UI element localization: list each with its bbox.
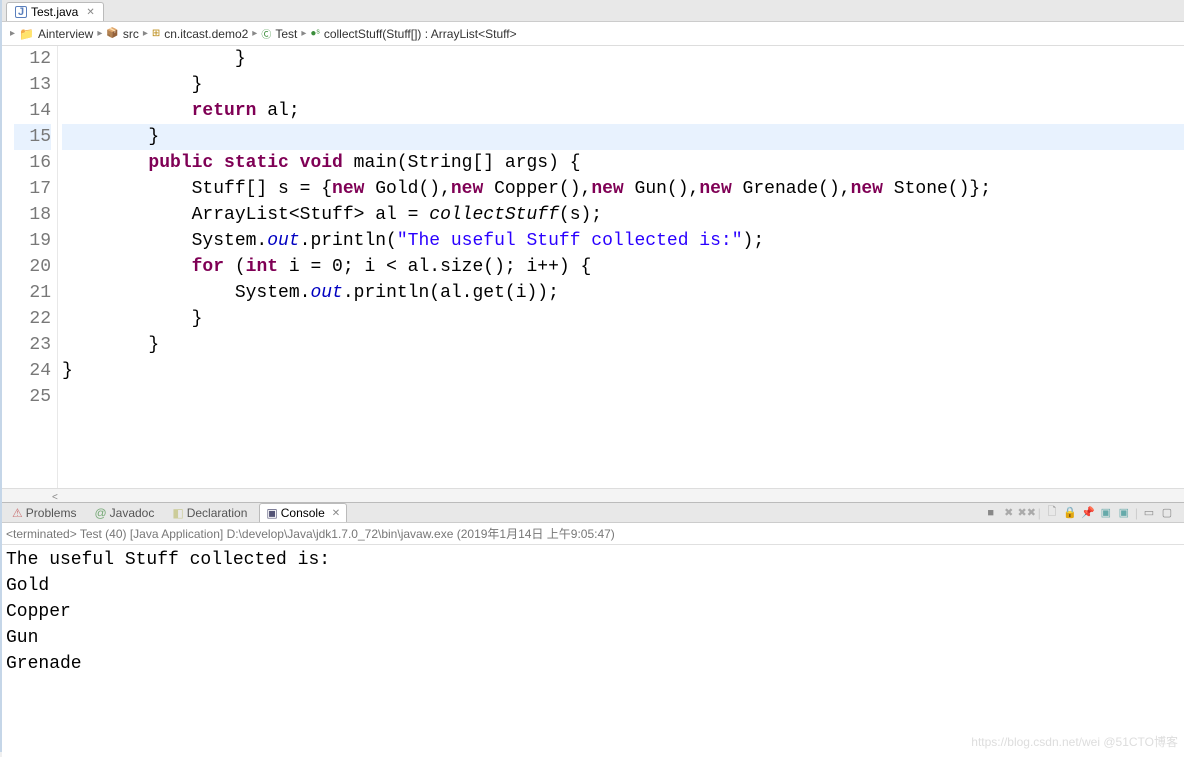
declaration-icon: ◧ — [172, 506, 183, 520]
editor-tab[interactable]: J Test.java ✕ — [6, 2, 104, 21]
remove-launch-icon[interactable]: ✖ — [1002, 506, 1016, 520]
project-icon: 📁 — [19, 27, 34, 41]
tab-console[interactable]: ▣ Console ✕ — [259, 503, 347, 522]
tab-label: Problems — [26, 506, 77, 520]
console-line: Gold — [6, 573, 1180, 599]
scroll-lock-icon[interactable]: 🔒 — [1063, 506, 1077, 520]
breadcrumb-item[interactable]: Test — [275, 27, 297, 41]
breadcrumb-item[interactable]: Ainterview — [38, 27, 93, 41]
close-icon[interactable]: ✕ — [332, 508, 340, 519]
console-line: Grenade — [6, 651, 1180, 677]
console-launch-info: <terminated> Test (40) [Java Application… — [2, 523, 1184, 545]
console-line: Copper — [6, 599, 1180, 625]
javadoc-icon: @ — [94, 506, 106, 520]
breadcrumb-sep: ▸ — [252, 28, 257, 39]
display-icon[interactable]: ▣ — [1099, 506, 1113, 520]
editor-area[interactable]: 1213141516171819202122232425 } } return … — [2, 46, 1184, 488]
close-icon[interactable]: ✕ — [86, 7, 94, 18]
open-console-icon[interactable]: ▣ — [1117, 506, 1131, 520]
tab-label: Javadoc — [110, 506, 155, 520]
console-output[interactable]: The useful Stuff collected is:GoldCopper… — [2, 545, 1184, 757]
breadcrumb-item[interactable]: collectStuff(Stuff[]) : ArrayList<Stuff> — [324, 27, 517, 41]
line-number-gutter: 1213141516171819202122232425 — [14, 46, 58, 488]
console-line: The useful Stuff collected is: — [6, 547, 1180, 573]
java-file-icon: J — [15, 6, 27, 18]
console-toolbar: ■ ✖ ✖✖ | 🗋 🔒 📌 ▣ ▣ | ▭ ▢ — [984, 506, 1180, 520]
watermark-text: https://blog.csdn.net/wei @51CTO博客 — [971, 729, 1178, 755]
horizontal-scrollbar[interactable]: < — [2, 488, 1184, 502]
package-icon: ⊞ — [152, 28, 160, 39]
console-icon: ▣ — [266, 506, 277, 520]
tab-javadoc[interactable]: @ Javadoc — [88, 504, 160, 522]
editor-tab-title: Test.java — [31, 5, 78, 19]
class-icon: Ⓒ — [261, 26, 271, 41]
code-content[interactable]: } } return al; } public static void main… — [58, 46, 1184, 488]
editor-tab-bar: J Test.java ✕ — [2, 0, 1184, 22]
folder-icon: 📦 — [106, 28, 118, 39]
breadcrumb: ▸ 📁 Ainterview ▸ 📦 src ▸ ⊞ cn.itcast.dem… — [2, 22, 1184, 46]
views-panel: ⚠ Problems @ Javadoc ◧ Declaration ▣ Con… — [2, 502, 1184, 752]
console-line: Gun — [6, 625, 1180, 651]
minimize-icon[interactable]: ▭ — [1142, 506, 1156, 520]
tab-problems[interactable]: ⚠ Problems — [6, 504, 82, 522]
method-icon: ●ˢ — [310, 28, 319, 39]
remove-all-icon[interactable]: ✖✖ — [1020, 506, 1034, 520]
tab-declaration[interactable]: ◧ Declaration — [166, 504, 253, 522]
breadcrumb-sep: ▸ — [143, 28, 148, 39]
breadcrumb-item[interactable]: src — [123, 27, 139, 41]
breadcrumb-item[interactable]: cn.itcast.demo2 — [164, 27, 248, 41]
tab-label: Declaration — [187, 506, 248, 520]
pin-console-icon[interactable]: 📌 — [1081, 506, 1095, 520]
stop-icon[interactable]: ■ — [984, 506, 998, 520]
breadcrumb-sep: ▸ — [301, 28, 306, 39]
view-tab-bar: ⚠ Problems @ Javadoc ◧ Declaration ▣ Con… — [2, 503, 1184, 523]
tab-label: Console — [281, 506, 325, 520]
breadcrumb-sep: ▸ — [97, 28, 102, 39]
breadcrumb-sep: ▸ — [10, 28, 15, 39]
problems-icon: ⚠ — [12, 506, 23, 520]
clear-console-icon[interactable]: 🗋 — [1045, 506, 1059, 520]
maximize-icon[interactable]: ▢ — [1160, 506, 1174, 520]
